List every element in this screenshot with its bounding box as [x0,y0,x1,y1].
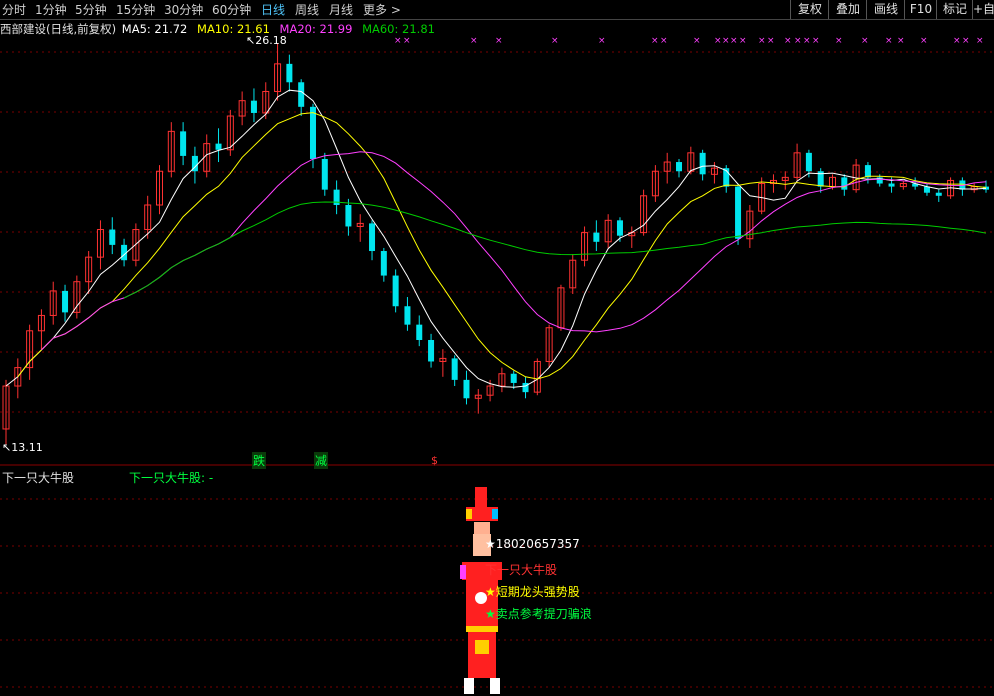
figure-ear-left [466,509,472,519]
marker-x: × [812,36,820,46]
candle-body [215,143,222,150]
slogan-1: 下一只大牛股 [485,563,558,577]
marker-x: × [693,36,701,46]
marker-x: × [803,36,811,46]
marker-x: × [660,36,668,46]
candle-body [380,251,387,276]
figure-hat [475,487,487,507]
marker-x: × [598,36,606,46]
figure-belt [466,626,498,632]
phone-value: 18020657357 [495,537,580,551]
marker-x: × [403,36,411,46]
candle-body [369,223,376,252]
candle-body [616,220,623,236]
lower-indicator-value: 下一只大牛股: - [129,471,214,485]
marker-x: × [897,36,905,46]
candle-body [735,186,742,239]
candles-group [2,43,989,445]
marker-x: × [835,36,843,46]
candle-body [345,204,352,227]
ma-lines [5,89,987,388]
candle-body [463,379,470,399]
marker-x: × [739,36,747,46]
figure-legs [468,632,496,678]
candle-body [392,275,399,307]
signal-die: 跌 [252,452,267,469]
marker-x: × [920,36,928,46]
candle-body [286,63,293,83]
candle-body [298,82,305,107]
candle-body [62,290,69,313]
candle-body [593,232,600,242]
figure-ear-right [492,509,498,519]
marker-x: × [861,36,869,46]
phone-number: ★18020657357 [485,537,580,551]
candle-body [676,162,683,172]
candle-body [109,229,116,245]
marker-x: × [962,36,970,46]
high-price-value: 26.18 [255,34,287,47]
candle-body [321,158,328,190]
figure-face [474,522,490,536]
slogan-3: ★卖点参考提刀骗浪 [485,607,592,621]
candle-body [699,152,706,175]
marker-x: × [495,36,503,46]
marker-x: × [730,36,738,46]
figure-foot-right [490,678,500,694]
slogan-3-value: 卖点参考提刀骗浪 [495,607,592,621]
marker-x: × [976,36,984,46]
candle-body [404,306,411,325]
figure-foot-left [464,678,474,694]
candle-body [309,106,316,159]
candle-body [510,373,517,383]
slogan-2: ★短期龙头强势股 [485,585,580,599]
ma5-line [5,89,987,388]
low-price-value: 13.11 [11,441,43,454]
marker-x: × [767,36,775,46]
candle-body [841,177,848,190]
candle-body [250,100,257,113]
marker-x: × [651,36,659,46]
lower-panel-title: 下一只大牛股 [2,471,75,485]
signal-dollar: $ [431,454,438,467]
marker-x: × [758,36,766,46]
signal-jian: 减 [314,452,329,469]
low-price-label: ↖13.11 [2,441,43,454]
marker-x: × [551,36,559,46]
candle-body [180,131,187,156]
marker-x: × [470,36,478,46]
candle-body [428,339,435,362]
candle-body [805,152,812,172]
ma60-line [123,201,987,299]
high-price-label: ↖26.18 [246,34,287,47]
marker-x: × [714,36,722,46]
ma10-line [17,112,987,380]
marker-x: × [722,36,730,46]
figure-collar-left [460,565,466,579]
top-markers: × × × × × × × × × × × × × × × × × × × × × × × × × × × [394,36,984,46]
candle-body [888,183,895,187]
candle-body [416,324,423,340]
figure-emblem [475,640,489,654]
slogan-2-value: 短期龙头强势股 [495,585,580,599]
marker-x: × [953,36,961,46]
marker-x: × [885,36,893,46]
candle-body [935,192,942,196]
candle-body [864,165,871,178]
candle-body [451,358,458,380]
marker-x: × [394,36,402,46]
marker-x: × [794,36,802,46]
marker-x: × [784,36,792,46]
